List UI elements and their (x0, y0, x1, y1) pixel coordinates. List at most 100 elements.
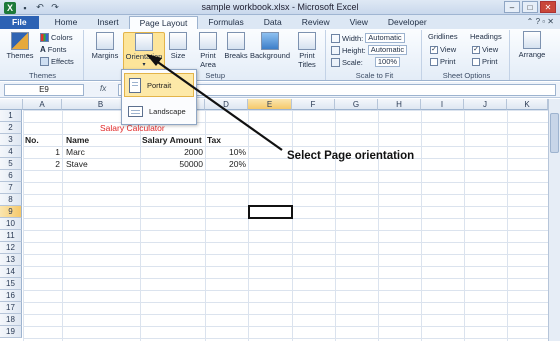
background-button[interactable]: Background (249, 32, 291, 60)
row-header[interactable]: 18 (0, 314, 22, 326)
minimize-icon[interactable]: – (504, 1, 520, 13)
row-header[interactable]: 6 (0, 170, 22, 182)
width-dropdown[interactable]: Automatic (365, 33, 405, 43)
fx-icon[interactable]: fx (100, 84, 106, 93)
themes-button[interactable]: Themes (3, 32, 37, 60)
scrollbar-thumb[interactable] (550, 113, 559, 153)
window-controls: – □ ✕ (504, 1, 556, 13)
headings-view-checkbox[interactable]: ✓ View (472, 45, 498, 54)
select-all-corner[interactable] (0, 99, 23, 110)
menu-item-portrait[interactable]: Portrait (124, 73, 194, 97)
ribbon: Themes Colors A Fonts Effects Themes Mar… (0, 29, 560, 81)
scale-stepper[interactable]: 100% (374, 57, 401, 67)
row-header[interactable]: 4 (0, 146, 22, 158)
breaks-button[interactable]: Breaks (222, 32, 250, 60)
row-header[interactable]: 16 (0, 290, 22, 302)
menu-item-landscape[interactable]: Landscape (124, 99, 194, 123)
height-icon (331, 45, 340, 55)
column-header[interactable]: A (23, 99, 62, 110)
row-header[interactable]: 10 (0, 218, 22, 230)
gridlines-view-checkbox[interactable]: ✓ View (430, 45, 456, 54)
colors-button[interactable]: Colors (40, 33, 73, 42)
tab-review[interactable]: Review (292, 16, 340, 29)
close-icon[interactable]: ✕ (540, 1, 556, 13)
width-control[interactable]: Width: Automatic (331, 33, 405, 43)
row-header[interactable]: 5 (0, 158, 22, 170)
column-header[interactable]: H (378, 99, 421, 110)
row-header[interactable]: 8 (0, 194, 22, 206)
themes-group: Themes Colors A Fonts Effects Themes (2, 30, 84, 80)
cell-no: 2 (55, 159, 60, 169)
name-box[interactable]: E9 (4, 84, 84, 96)
fonts-icon: A (40, 45, 46, 54)
row-header[interactable]: 17 (0, 302, 22, 314)
formula-bar: E9 fx (0, 82, 560, 98)
margins-button[interactable]: Margins (88, 32, 122, 60)
size-button[interactable]: Size (164, 32, 192, 60)
breaks-icon (227, 32, 245, 50)
landscape-icon (128, 105, 143, 117)
column-header[interactable]: F (292, 99, 335, 110)
cell-tax: 10% (228, 147, 246, 157)
height-dropdown[interactable]: Automatic (367, 45, 408, 55)
column-header[interactable]: D (205, 99, 248, 110)
row-header[interactable]: 12 (0, 242, 22, 254)
scale-control[interactable]: Scale: 100% (331, 57, 401, 67)
row-header[interactable]: 19 (0, 326, 22, 338)
row-header[interactable]: 2 (0, 122, 22, 134)
size-icon (169, 32, 187, 50)
cell-area[interactable] (23, 110, 548, 341)
tab-home[interactable]: Home (45, 16, 88, 29)
effects-button[interactable]: Effects (40, 57, 74, 66)
fonts-button[interactable]: A Fonts (40, 45, 67, 54)
orientation-dropdown: Portrait Landscape (121, 69, 197, 125)
tab-view[interactable]: View (340, 16, 378, 29)
orientation-button[interactable]: Orientation ▾ (123, 32, 165, 72)
vertical-scrollbar[interactable] (548, 99, 560, 341)
tab-file[interactable]: File (0, 16, 39, 29)
column-header[interactable]: K (507, 99, 548, 110)
row-header[interactable]: 11 (0, 230, 22, 242)
cell-no: 1 (55, 147, 60, 157)
annotation-callout: Select Page orientation (287, 150, 415, 162)
header-tax: Tax (207, 135, 222, 145)
tab-page-layout[interactable]: Page Layout (128, 16, 199, 29)
row-header[interactable]: 13 (0, 254, 22, 266)
sheet-options-group-label: Sheet Options (442, 71, 491, 80)
title-bar: X ▪ ↶ ↷ sample workbook.xlsx - Microsoft… (0, 0, 560, 15)
row-header[interactable]: 14 (0, 266, 22, 278)
row-header[interactable]: 3 (0, 134, 22, 146)
print-titles-button[interactable]: Print Titles (292, 32, 322, 69)
header-salary: Salary Amount (142, 135, 202, 145)
tab-formulas[interactable]: Formulas (198, 16, 253, 29)
scale-to-fit-group: Width: Automatic Height: Automatic Scale… (328, 30, 422, 80)
scale-icon (331, 57, 340, 67)
selected-cell-e9[interactable] (248, 205, 293, 219)
themes-icon (11, 32, 29, 50)
gridlines-print-checkbox[interactable]: Print (430, 57, 455, 66)
maximize-icon[interactable]: □ (522, 1, 538, 13)
help-icon[interactable]: ⌃ ? ▫ ✕ (527, 17, 554, 26)
row-header[interactable]: 7 (0, 182, 22, 194)
sheet-options-group: Gridlines Headings ✓ View ✓ View Print Pri… (424, 30, 510, 80)
tab-data[interactable]: Data (254, 16, 292, 29)
gridlines-label: Gridlines (428, 32, 458, 41)
tab-developer[interactable]: Developer (378, 16, 437, 29)
column-header[interactable]: E (248, 99, 292, 110)
row-header[interactable]: 15 (0, 278, 22, 290)
print-area-button[interactable]: Print Area (193, 32, 223, 69)
headings-print-checkbox[interactable]: Print (472, 57, 497, 66)
row-header[interactable]: 1 (0, 110, 22, 122)
arrange-button[interactable]: Arrange (512, 31, 552, 59)
checkmark-icon: ✓ (472, 45, 480, 54)
tab-insert[interactable]: Insert (87, 16, 128, 29)
row-header[interactable]: 9 (0, 206, 22, 218)
column-header[interactable]: I (421, 99, 464, 110)
ribbon-tabs: File Home Insert Page Layout Formulas Da… (0, 15, 560, 29)
column-header[interactable]: G (335, 99, 378, 110)
worksheet-grid[interactable]: A B C D E F G H I J K 1 2 3 4 5 6 7 8 9 … (0, 99, 548, 341)
height-control[interactable]: Height: Automatic (331, 45, 408, 55)
header-no: No. (25, 135, 39, 145)
print-titles-icon (298, 32, 316, 50)
column-header[interactable]: J (464, 99, 507, 110)
